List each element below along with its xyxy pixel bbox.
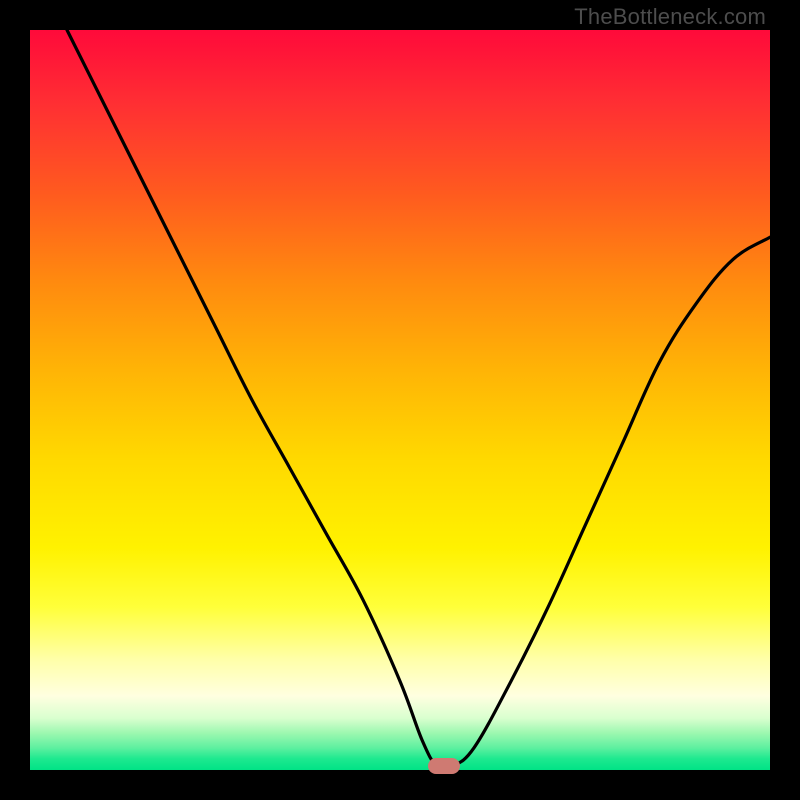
chart-frame: TheBottleneck.com xyxy=(0,0,800,800)
plot-area xyxy=(30,30,770,770)
optimum-marker xyxy=(428,758,460,774)
curve-path xyxy=(67,30,770,769)
bottleneck-curve xyxy=(30,30,770,770)
watermark-text: TheBottleneck.com xyxy=(574,4,766,30)
